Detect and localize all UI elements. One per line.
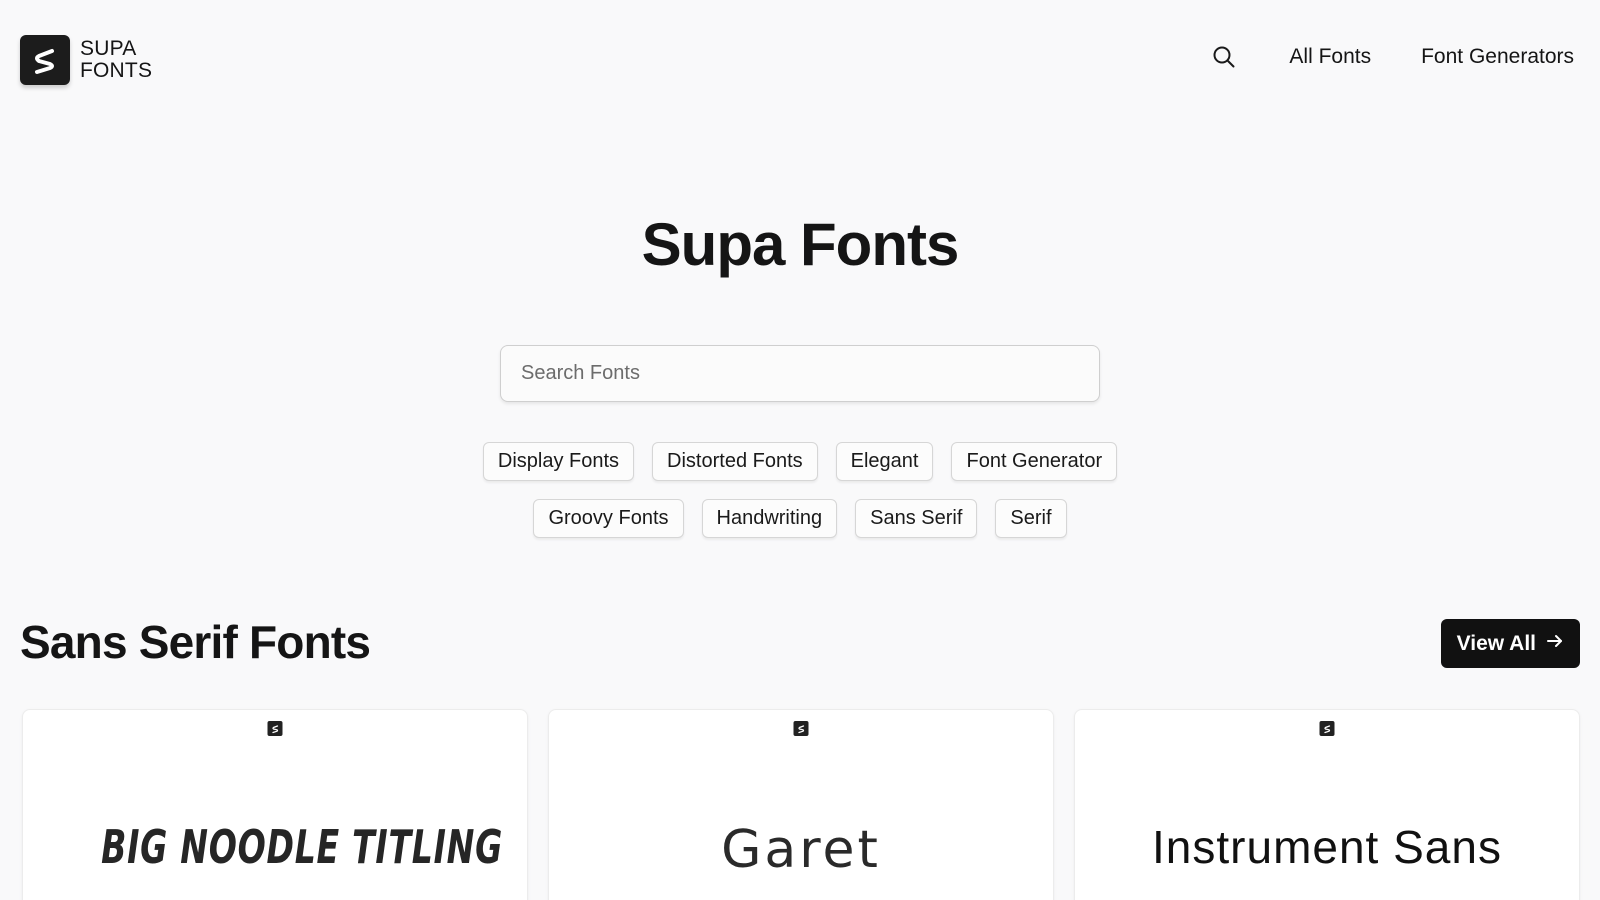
view-all-button[interactable]: View All — [1440, 619, 1580, 668]
tag-elegant[interactable]: Elegant — [835, 442, 934, 481]
category-tags-row-2: Groovy Fonts Handwriting Sans Serif Seri… — [0, 499, 1600, 538]
logo-mark-icon — [20, 35, 70, 85]
tag-sans-serif[interactable]: Sans Serif — [855, 499, 978, 538]
tag-groovy-fonts[interactable]: Groovy Fonts — [533, 499, 684, 538]
supa-badge-icon — [267, 721, 283, 736]
font-sample: Instrument Sans — [1152, 821, 1502, 873]
font-sample: BIG NOODLE TITLING — [101, 820, 504, 874]
font-sample: Garet — [721, 820, 881, 880]
view-all-label: View All — [1456, 631, 1536, 655]
top-nav: All Fonts Font Generators — [1211, 44, 1574, 70]
tag-distorted-fonts[interactable]: Distorted Fonts — [652, 442, 818, 481]
tag-handwriting[interactable]: Handwriting — [701, 499, 838, 538]
search-input[interactable] — [501, 346, 1099, 401]
font-card[interactable]: Instrument Sans — [1074, 709, 1580, 900]
supa-badge-icon — [1319, 721, 1335, 736]
search-icon[interactable] — [1211, 44, 1237, 70]
font-cards: BIG NOODLE TITLING Garet Instrument Sans — [22, 709, 1580, 900]
page-title: Supa Fonts — [641, 211, 960, 278]
logo-line-2: FONTS — [80, 59, 153, 82]
tag-font-generator[interactable]: Font Generator — [951, 442, 1118, 481]
section-title: Sans Serif Fonts — [20, 616, 371, 668]
logo[interactable]: SUPA FONTS — [20, 35, 152, 85]
nav-all-fonts[interactable]: All Fonts — [1289, 45, 1371, 69]
category-tags-row-1: Display Fonts Distorted Fonts Elegant Fo… — [0, 442, 1600, 481]
tag-display-fonts[interactable]: Display Fonts — [482, 442, 635, 481]
font-card[interactable]: Garet — [548, 709, 1054, 900]
logo-text: SUPA FONTS — [80, 38, 152, 82]
logo-line-1: SUPA — [80, 37, 137, 60]
tag-serif[interactable]: Serif — [995, 499, 1067, 538]
nav-font-generators[interactable]: Font Generators — [1421, 45, 1574, 69]
arrow-right-icon — [1546, 632, 1564, 656]
supa-badge-icon — [793, 721, 809, 736]
font-card[interactable]: BIG NOODLE TITLING — [22, 709, 528, 900]
search-box[interactable] — [500, 345, 1100, 402]
page: SUPA FONTS All Fonts Font Generators Sup… — [0, 0, 1600, 900]
